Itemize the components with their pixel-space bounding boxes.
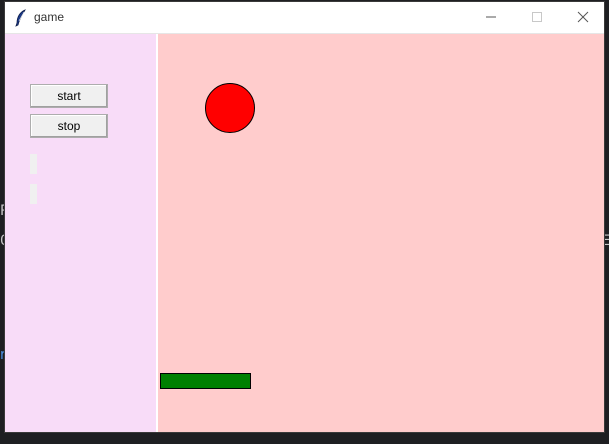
- close-button[interactable]: [560, 2, 604, 33]
- window-title: game: [34, 10, 65, 24]
- status-label: [30, 154, 37, 174]
- minimize-icon: [485, 8, 497, 27]
- control-panel: start stop: [5, 34, 156, 432]
- game-canvas[interactable]: [158, 34, 604, 432]
- window-content: start stop: [5, 34, 604, 432]
- game-window: game start stop: [4, 1, 605, 433]
- paddle[interactable]: [160, 373, 251, 389]
- stop-button[interactable]: stop: [30, 114, 108, 138]
- ball: [205, 83, 255, 133]
- start-button[interactable]: start: [30, 84, 108, 108]
- title-bar[interactable]: game: [5, 2, 604, 34]
- minimize-button[interactable]: [468, 2, 514, 33]
- feather-icon: [14, 9, 28, 27]
- maximize-button[interactable]: [514, 2, 560, 33]
- status-label: [30, 184, 37, 204]
- maximize-icon: [531, 8, 543, 27]
- close-icon: [577, 8, 589, 27]
